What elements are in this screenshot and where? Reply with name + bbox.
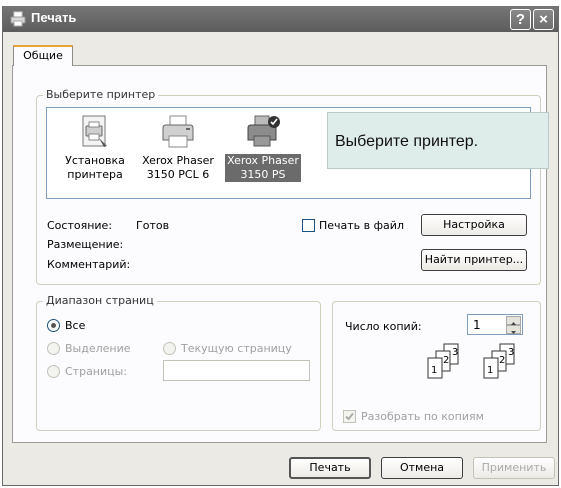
select-printer-tooltip: Выберите принтер. [327,112,549,169]
settings-button[interactable]: Настройка [421,214,527,236]
spin-down-icon[interactable] [506,325,521,334]
radio-selected-dot [51,323,56,328]
apply-button[interactable]: Применить [473,457,555,479]
page-range-legend: Диапазон страниц [43,294,157,307]
collate-page-number: 2 [443,355,449,366]
find-printer-button[interactable]: Найти принтер... [421,249,527,271]
copies-count-value: 1 [473,318,481,332]
printer-icon [160,114,196,150]
print-to-file-checkbox[interactable] [302,219,315,232]
close-button[interactable]: × [533,9,554,30]
radio-current-page-label[interactable]: Текущую страницу [181,342,292,355]
radio-pages[interactable] [47,365,60,378]
collate-label[interactable]: Разобрать по копиям [361,410,484,423]
help-button[interactable]: ? [510,9,531,30]
printer-item-pcl6[interactable]: Xerox Phaser 3150 PCL 6 [138,108,218,182]
printer-item-add[interactable]: Установка принтера [55,108,135,182]
radio-selection-label[interactable]: Выделение [65,342,131,355]
window-title: Печать [31,10,77,25]
pages-input[interactable] [163,360,310,381]
collate-page-number: 1 [431,365,437,376]
print-to-file-label[interactable]: Печать в файл [319,219,404,232]
copies-spinner[interactable]: 1 [467,314,523,335]
collate-icon: 1 2 3 [480,342,526,385]
collate-page-number: 1 [487,365,493,376]
default-printer-icon [245,114,281,150]
title-bar[interactable]: Печать ? × [3,6,558,32]
collate-page-number: 3 [452,347,458,358]
collate-page-number: 2 [499,355,505,366]
radio-all[interactable] [47,319,60,332]
checkmark-icon [345,412,354,421]
radio-current-page[interactable] [163,342,176,355]
printer-icon [10,11,26,27]
radio-selection[interactable] [47,342,60,355]
radio-all-label[interactable]: Все [65,319,85,332]
print-button[interactable]: Печать [289,457,371,479]
status-label: Состояние: [47,219,113,232]
printer-label: Xerox Phaser 3150 PS [225,154,301,182]
location-label: Размещение: [47,238,124,251]
collate-page-number: 3 [508,347,514,358]
spin-up-icon[interactable] [506,316,521,325]
add-printer-icon [77,114,113,150]
tab-general[interactable]: Общие [13,45,73,66]
comment-label: Комментарий: [47,258,131,271]
printer-item-ps[interactable]: Xerox Phaser 3150 PS [223,108,303,182]
copies-count-label: Число копий: [345,320,422,333]
printer-label: Установка принтера [65,154,125,181]
collate-icon: 1 2 3 [424,342,470,385]
printer-group-legend: Выберите принтер [43,88,159,101]
printer-label: Xerox Phaser 3150 PCL 6 [142,154,214,181]
cancel-button[interactable]: Отмена [381,457,463,479]
status-value: Готов [136,219,170,232]
collate-checkbox[interactable] [343,410,356,423]
radio-pages-label[interactable]: Страницы: [65,365,127,378]
